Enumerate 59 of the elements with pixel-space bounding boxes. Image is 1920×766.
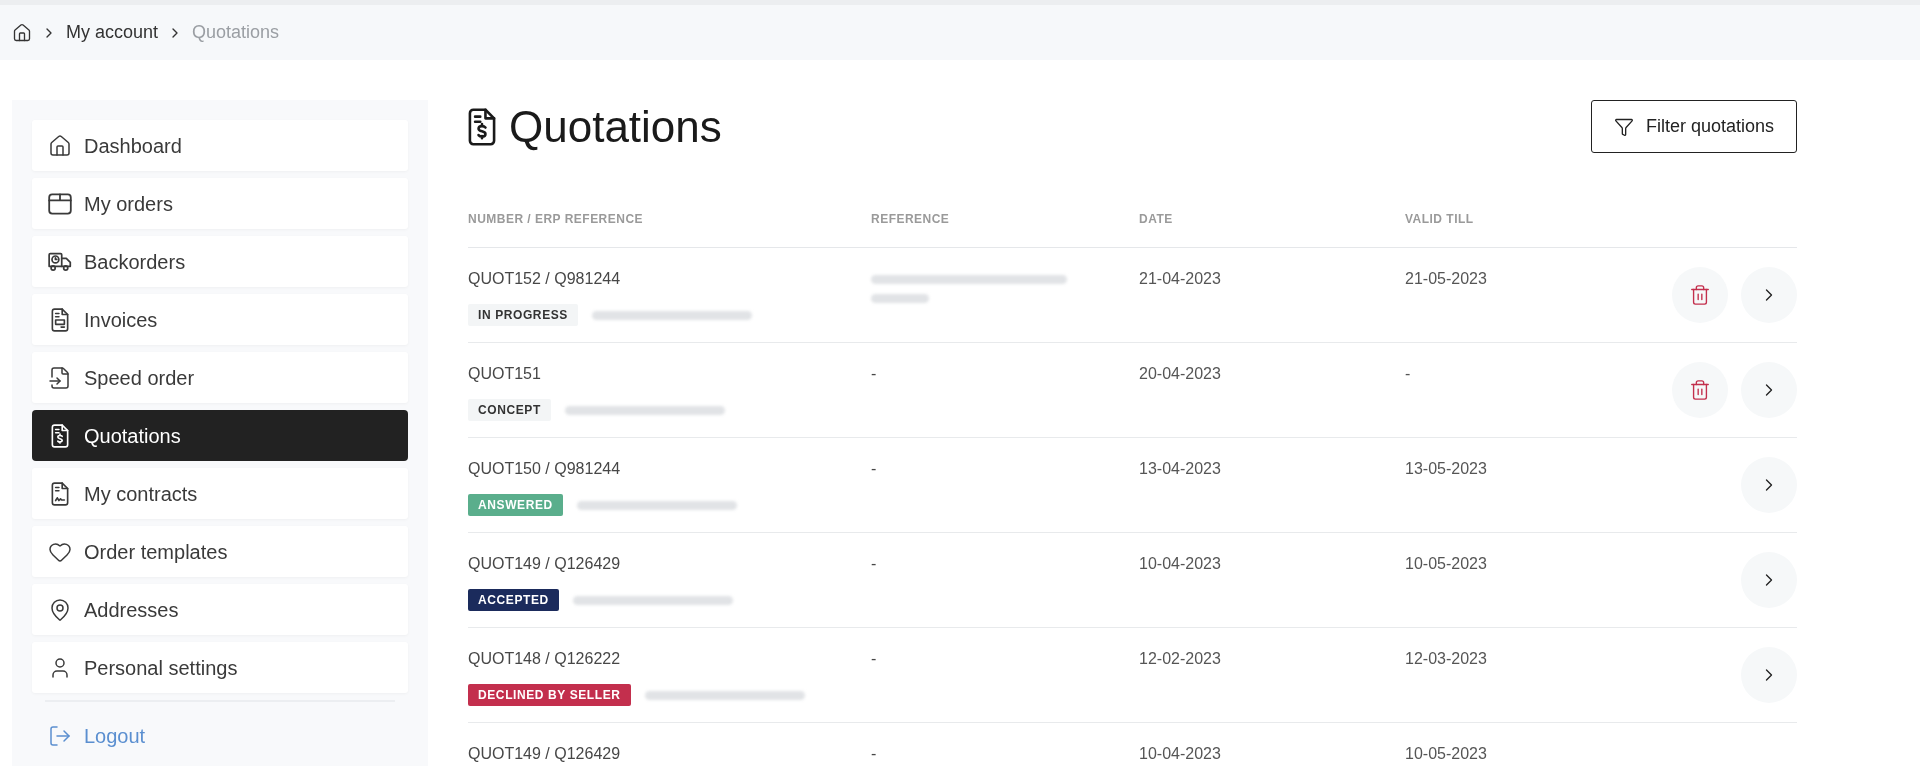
document-icon — [51, 307, 69, 332]
box-icon — [48, 191, 72, 216]
sidebar-item[interactable]: My contracts — [32, 468, 408, 519]
logout-icon — [48, 724, 72, 748]
date-cell: 13-04-2023 — [1139, 460, 1221, 477]
quotation-number: QUOT150 / Q981244 — [468, 459, 621, 479]
trash-icon — [1689, 284, 1711, 306]
quotation-number: QUOT149 / Q126429 — [468, 744, 621, 764]
reference-cell-text: - — [871, 364, 877, 384]
sidebar-item[interactable]: Speed order — [32, 352, 408, 403]
date-cell: 10-04-2023 — [1139, 555, 1221, 572]
status-badge: CONCEPT — [468, 399, 551, 421]
quotation-number: QUOT149 / Q126429 — [468, 554, 621, 574]
status-badge: ACCEPTED — [468, 589, 559, 611]
valid-till-cell: 12-03-2023 — [1405, 650, 1487, 667]
column-header: DATE — [1139, 211, 1174, 227]
reference-cell-text: - — [871, 554, 877, 574]
sidebar-item[interactable]: Personal settings — [32, 642, 408, 693]
sidebar-item[interactable]: Addresses — [32, 584, 408, 635]
sidebar-item[interactable]: Backorders — [32, 236, 408, 287]
valid-till-cell: 21-05-2023 — [1405, 270, 1487, 287]
funnel-icon — [1613, 116, 1634, 137]
sidebar-item[interactable]: My orders — [32, 178, 408, 229]
reference-cell-text: - — [871, 649, 877, 669]
valid-till-cell: 13-05-2023 — [1405, 460, 1487, 477]
column-header: NUMBER / ERP REFERENCE — [468, 211, 645, 227]
column-header: REFERENCE — [871, 211, 951, 227]
status-badge: ANSWERED — [468, 494, 563, 516]
date-cell: 21-04-2023 — [1139, 270, 1221, 287]
dollar-document-icon — [51, 423, 69, 448]
page-title: Quotations — [509, 104, 722, 149]
reference-cell-text: - — [871, 459, 877, 479]
file-arrow-icon — [48, 365, 72, 390]
date-cell: 12-02-2023 — [1139, 650, 1221, 667]
filter-button[interactable]: Filter quotations — [1590, 100, 1797, 153]
breadcrumb-link[interactable]: My account — [66, 19, 159, 46]
valid-till-cell: - — [1405, 365, 1411, 382]
signature-document-icon — [51, 481, 69, 506]
sidebar-item[interactable]: Dashboard — [32, 120, 408, 171]
breadcrumb-current: Quotations — [192, 21, 280, 44]
date-cell: 10-04-2023 — [1139, 745, 1221, 762]
house-icon — [48, 133, 72, 158]
sidebar-item[interactable]: Order templates — [32, 526, 408, 577]
sidebar-item[interactable]: Quotations — [32, 410, 408, 461]
valid-till-cell: 10-05-2023 — [1405, 745, 1487, 762]
date-cell: 20-04-2023 — [1139, 365, 1221, 382]
quotation-number: QUOT151 — [468, 364, 541, 384]
status-badge: DECLINED BY SELLER — [468, 684, 631, 706]
valid-till-cell: 10-05-2023 — [1405, 555, 1487, 572]
reference-cell-text: - — [871, 744, 877, 764]
column-header: VALID TILL — [1405, 211, 1475, 227]
trash-icon — [1689, 379, 1711, 401]
sidebar-item[interactable]: Invoices — [32, 294, 408, 345]
quotation-number: QUOT148 / Q126222 — [468, 649, 621, 669]
status-badge: IN PROGRESS — [468, 304, 578, 326]
dollar-document-icon — [468, 107, 496, 146]
quotation-number: QUOT152 / Q981244 — [468, 269, 621, 289]
home-icon[interactable] — [12, 22, 32, 43]
map-pin-icon — [48, 597, 72, 622]
